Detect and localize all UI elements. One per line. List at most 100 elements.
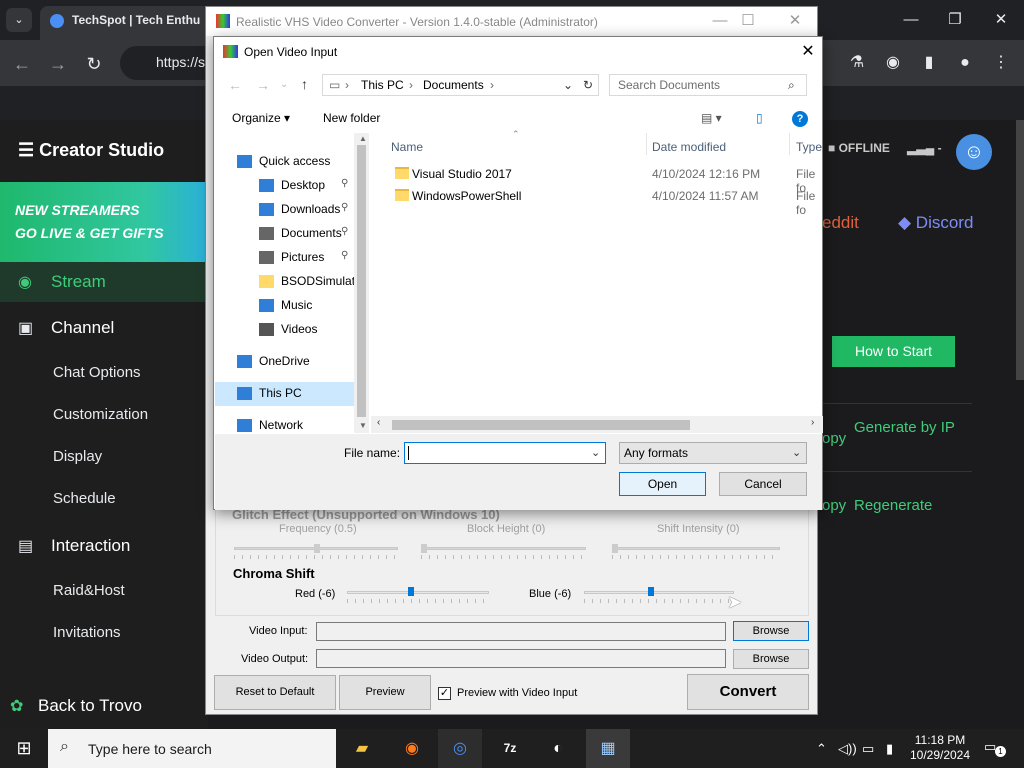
recent-locations-icon[interactable]: ⌄ [280, 79, 288, 90]
firefox-icon[interactable]: ◉ [390, 729, 434, 768]
network-icon[interactable]: ▭ [862, 741, 874, 757]
flask-icon[interactable]: ⚗ [846, 52, 868, 74]
page-scrollbar[interactable] [1016, 120, 1024, 380]
column-name[interactable]: Name [391, 140, 423, 154]
taskbar-clock[interactable]: 11:18 PM 10/29/2024 [905, 733, 975, 763]
browser-tab[interactable]: TechSpot | Tech Enthu [40, 6, 210, 40]
address-bar[interactable]: ▭ › This PC › Documents › ⌄ ↻ [322, 74, 599, 96]
file-name-input[interactable]: ⌄ [404, 442, 606, 464]
up-arrow-icon[interactable]: ↑ [301, 76, 308, 92]
nav-item-documents[interactable]: Documents ⚲ [214, 223, 354, 245]
regenerate-link[interactable]: Regenerate [854, 497, 932, 514]
vhs-minimize-button[interactable]: — [706, 11, 734, 31]
breadcrumb-documents[interactable]: Documents [423, 78, 484, 92]
scroll-left-icon[interactable]: ‹ [377, 417, 380, 428]
studio-logo[interactable]: ☰ Creator Studio [18, 140, 164, 161]
forward-arrow-icon[interactable]: → [256, 77, 270, 93]
menu-icon[interactable]: ⋮ [990, 52, 1012, 74]
file-type-select[interactable]: Any formats ⌄ [619, 442, 807, 464]
chevron-down-icon[interactable]: ⌄ [591, 446, 600, 459]
blue-slider[interactable] [584, 591, 734, 594]
back-arrow-icon[interactable]: ← [228, 77, 242, 93]
sidebar-item-channel[interactable]: Channel [51, 318, 114, 338]
generate-by-ip-link[interactable]: Generate by IP [854, 418, 964, 438]
reset-button[interactable]: Reset to Default [214, 675, 336, 710]
tray-chevron-icon[interactable]: ⌃ [816, 741, 827, 757]
column-date[interactable]: Date modified [652, 140, 726, 154]
nav-item-music[interactable]: Music [214, 295, 354, 317]
blue-thumb[interactable] [648, 587, 654, 596]
reddit-link[interactable]: eddit [822, 213, 859, 233]
nav-item-downloads[interactable]: Downloads ⚲ [214, 199, 354, 221]
nav-item-this-pc[interactable]: This PC [214, 383, 354, 405]
file-explorer-icon[interactable]: ▰ [340, 729, 384, 768]
tab-search-button[interactable]: ⌄ [6, 8, 32, 32]
shift-intensity-thumb[interactable] [612, 544, 618, 553]
convert-button[interactable]: Convert [687, 674, 809, 710]
nav-item-onedrive[interactable]: OneDrive [214, 351, 354, 373]
sidepanel-icon[interactable]: ▮ [918, 52, 940, 74]
volume-icon[interactable]: ◁)) [838, 741, 857, 757]
extension-icon[interactable]: ◉ [882, 52, 904, 74]
start-button[interactable]: ⊞ [2, 729, 46, 768]
cancel-button[interactable]: Cancel [719, 472, 807, 496]
close-icon[interactable]: ✕ [798, 41, 818, 61]
sidebar-item-chat-options[interactable]: Chat Options [53, 364, 141, 381]
copy-link-1[interactable]: opy [822, 430, 846, 447]
back-arrow-icon[interactable]: ← [10, 52, 34, 76]
microphone-icon[interactable]: ▮ [886, 741, 893, 757]
frequency-thumb[interactable] [314, 544, 320, 553]
nav-scrollbar-thumb[interactable] [357, 145, 366, 417]
minimize-button[interactable]: — [896, 8, 926, 32]
maximize-button[interactable]: ❐ [940, 8, 970, 32]
close-button[interactable]: ✕ [986, 8, 1016, 32]
scroll-down-icon[interactable]: ▼ [359, 421, 367, 430]
sidebar-item-interaction[interactable]: Interaction [51, 536, 130, 556]
vhs-maximize-button[interactable]: ☐ [734, 11, 762, 31]
forward-arrow-icon[interactable]: → [46, 52, 70, 76]
nav-item-desktop[interactable]: Desktop ⚲ [214, 175, 354, 197]
nav-item-quick-access[interactable]: Quick access [214, 151, 354, 173]
scroll-right-icon[interactable]: › [811, 417, 814, 428]
input-browse-button[interactable]: Browse [733, 621, 809, 641]
preview-button[interactable]: Preview [339, 675, 431, 710]
help-icon[interactable]: ? [792, 111, 808, 127]
red-slider[interactable] [347, 591, 489, 594]
file-row[interactable]: Visual Studio 2017 4/10/2024 12:16 PM Fi… [389, 164, 819, 195]
shift-intensity-slider[interactable] [612, 547, 780, 550]
video-input-field[interactable] [316, 622, 726, 641]
taskbar-search[interactable]: ⌕ Type here to search [48, 729, 336, 768]
vhs-close-button[interactable]: ✕ [781, 11, 809, 31]
notification-icon[interactable]: ▭ 1 [984, 739, 1006, 757]
sidebar-item-invitations[interactable]: Invitations [53, 624, 121, 641]
promo-banner[interactable]: NEW STREAMERS GO LIVE & GET GIFTS [0, 182, 208, 262]
search-input[interactable]: Search Documents ⌕ [609, 74, 807, 96]
vhs-app-icon[interactable]: ▦ [586, 729, 630, 768]
column-type[interactable]: Type [796, 140, 822, 154]
red-thumb[interactable] [408, 587, 414, 596]
video-output-field[interactable] [316, 649, 726, 668]
7zip-icon[interactable]: 7z [488, 729, 532, 768]
open-button[interactable]: Open [619, 472, 706, 496]
obs-icon[interactable]: ◐ [536, 729, 580, 768]
sidebar-item-customization[interactable]: Customization [53, 406, 148, 423]
breadcrumb-this-pc[interactable]: This PC [361, 78, 404, 92]
how-to-start-button[interactable]: How to Start [832, 336, 955, 367]
profile-icon[interactable]: ● [954, 52, 976, 74]
chevron-down-icon[interactable]: ⌄ [563, 78, 573, 92]
copy-link-2[interactable]: opy [822, 497, 846, 514]
reload-icon[interactable]: ↻ [82, 52, 106, 76]
nav-item-pictures[interactable]: Pictures ⚲ [214, 247, 354, 269]
discord-link[interactable]: ◆ Discord [898, 213, 973, 233]
nav-item-bsodsimulator-[interactable]: BSODSimulator_ [214, 271, 354, 293]
view-options-icon[interactable]: ▤ ▾ [701, 111, 722, 125]
block-height-slider[interactable] [421, 547, 586, 550]
new-folder-button[interactable]: New folder [323, 111, 380, 125]
back-to-trovo-link[interactable]: Back to Trovo [38, 696, 142, 716]
output-browse-button[interactable]: Browse [733, 649, 809, 669]
organize-menu[interactable]: Organize ▾ [232, 111, 290, 125]
file-row[interactable]: WindowsPowerShell 4/10/2024 11:57 AM Fil… [389, 186, 819, 217]
preview-checkbox[interactable]: ✓ [438, 687, 451, 700]
preview-pane-icon[interactable]: ▯ [756, 111, 763, 125]
sidebar-item-raid-host[interactable]: Raid&Host [53, 582, 125, 599]
